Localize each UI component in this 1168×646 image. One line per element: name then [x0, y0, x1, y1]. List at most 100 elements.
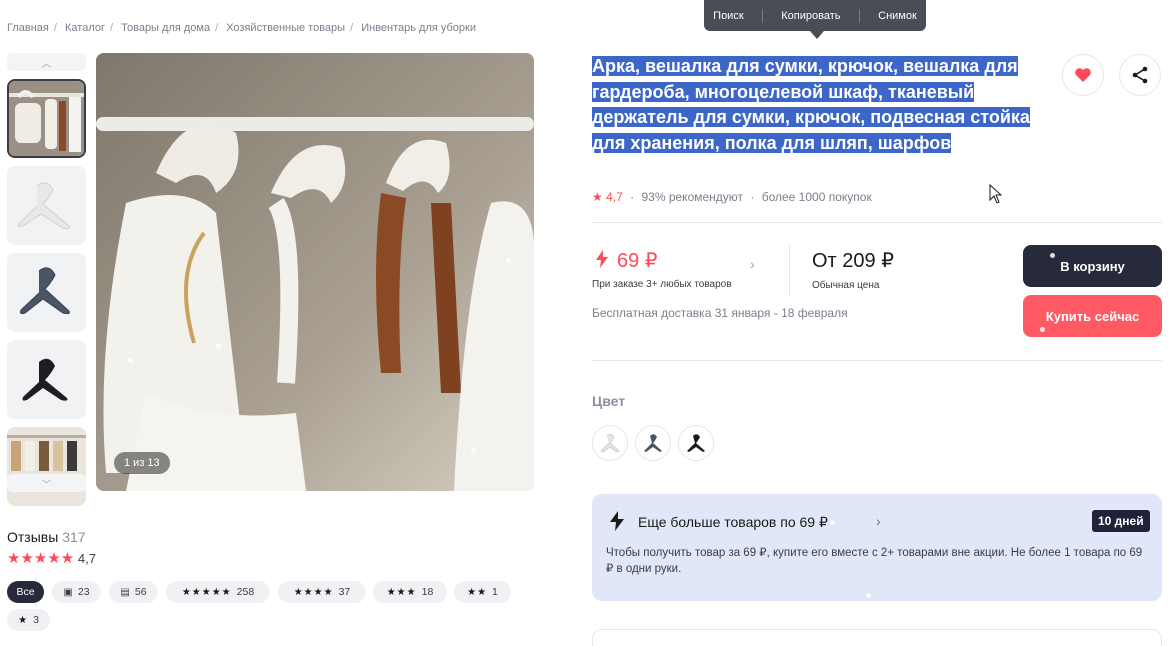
- thumbnail-3[interactable]: [7, 253, 86, 332]
- white-hanger-thumbnail-icon: [18, 182, 70, 230]
- thumbnail-down-button[interactable]: ﹀: [7, 474, 86, 492]
- breadcrumb: Главная / Каталог / Товары для дома / Хозяй…: [7, 22, 476, 34]
- divider: [592, 222, 1162, 223]
- bolt-icon: [596, 250, 608, 268]
- promo-price: 69 ₽: [617, 250, 658, 272]
- rating-value[interactable]: 4,7: [606, 190, 623, 204]
- regular-note: Обычная цена: [812, 280, 880, 291]
- filter-3-stars[interactable]: ★★★ 18: [373, 581, 447, 603]
- star-icon: ★: [18, 614, 29, 626]
- selected-title-text[interactable]: Арка, вешалка для сумки, крючок, вешалка…: [592, 56, 1030, 153]
- thumbnail-1[interactable]: [7, 79, 86, 158]
- chevron-down-icon: ﹀: [41, 479, 52, 491]
- filter-2-stars-count: 1: [492, 586, 498, 598]
- product-main-image[interactable]: [96, 53, 534, 491]
- color-label: Цвет: [592, 393, 626, 409]
- favorite-button[interactable]: [1062, 54, 1104, 96]
- filter-all-label: Все: [16, 586, 35, 598]
- sparkle: [1040, 327, 1045, 332]
- days-badge: 10 дней: [1092, 510, 1150, 532]
- chevron-right-icon[interactable]: ›: [750, 256, 755, 272]
- filter-1-star[interactable]: ★ 3: [7, 609, 50, 631]
- white-hanger-icon: [600, 433, 620, 453]
- price-divider: [789, 245, 790, 297]
- filter-5-stars-count: 258: [236, 586, 255, 598]
- stars-icon: ★★★★: [293, 586, 334, 598]
- sparkle: [216, 343, 221, 348]
- breadcrumb-cleaning[interactable]: Инвентарь для уборки: [361, 22, 476, 34]
- mouse-cursor-icon: [989, 184, 1003, 204]
- filter-2-stars[interactable]: ★★ 1: [454, 581, 511, 603]
- sparkle: [1050, 253, 1055, 258]
- reviews-rating: ★★★★★ 4,7: [7, 549, 96, 567]
- stars-icon: ★★: [467, 586, 488, 598]
- filter-photos-label: 23: [77, 586, 90, 598]
- black-hanger-thumbnail-icon: [22, 358, 68, 401]
- breadcrumb-catalog[interactable]: Каталог: [65, 22, 105, 34]
- sparkle: [830, 520, 835, 525]
- regular-price: От 209 ₽: [812, 250, 894, 272]
- closet-thumbnail-icon: [7, 427, 86, 506]
- dark-blue-hanger-thumbnail-icon: [20, 267, 70, 315]
- thumbnail-4[interactable]: [7, 340, 86, 419]
- star-icon: ★: [592, 190, 603, 204]
- black-hanger-icon: [687, 434, 705, 452]
- color-swatch-black[interactable]: [678, 425, 714, 461]
- filter-all[interactable]: Все: [7, 581, 44, 603]
- breadcrumb-household[interactable]: Хозяйственные товары: [226, 22, 345, 34]
- stars-icon: ★★★★★: [7, 550, 75, 567]
- chevron-right-icon: ›: [876, 513, 881, 529]
- heart-icon: [1075, 68, 1091, 82]
- sparkle: [128, 358, 133, 363]
- bag-hanger-thumbnail-icon: [9, 81, 84, 156]
- breadcrumb-home[interactable]: Главная: [7, 22, 49, 34]
- promo-banner[interactable]: Еще больше товаров по 69 ₽ › 10 дней Что…: [592, 494, 1162, 601]
- filter-comments-label: 56: [134, 586, 147, 598]
- filter-4-stars-count: 37: [338, 586, 351, 598]
- add-to-cart-button[interactable]: В корзину: [1023, 245, 1162, 287]
- context-divider: [858, 8, 860, 23]
- thumbnail-2[interactable]: [7, 166, 86, 245]
- context-snapshot-button[interactable]: Снимок: [878, 10, 917, 22]
- sparkle: [471, 448, 476, 453]
- next-card: [592, 629, 1162, 646]
- filter-4-stars[interactable]: ★★★★ 37: [278, 581, 366, 603]
- filter-3-stars-count: 18: [421, 586, 434, 598]
- filter-5-stars[interactable]: ★★★★★ 258: [166, 581, 270, 603]
- color-swatch-blue[interactable]: [635, 425, 671, 461]
- filter-comments[interactable]: ▤ 56: [109, 581, 158, 603]
- reviews-title: Отзывы: [7, 529, 59, 545]
- thumbnail-up-button[interactable]: ︿: [7, 53, 86, 71]
- stars-icon: ★★★★★: [181, 586, 232, 598]
- reviews-heading: Отзывы 317: [7, 529, 86, 545]
- breadcrumb-home-goods[interactable]: Товары для дома: [121, 22, 210, 34]
- delivery-info: Бесплатная доставка 31 января - 18 февра…: [592, 306, 848, 320]
- thumbnail-strip: ︿ ﹀: [7, 53, 86, 506]
- reviews-rating-value: 4,7: [77, 551, 96, 566]
- image-icon: ▣: [63, 586, 73, 598]
- share-icon: [1132, 66, 1148, 84]
- sparkle: [506, 258, 511, 263]
- thumbnail-5[interactable]: [7, 427, 86, 506]
- reviews-count: 317: [62, 529, 86, 545]
- promo-note: При заказе 3+ любых товаров: [592, 279, 732, 290]
- filter-1-star-count: 3: [33, 614, 39, 626]
- bolt-icon: [610, 511, 624, 531]
- share-button[interactable]: [1119, 54, 1161, 96]
- context-copy-button[interactable]: Копировать: [781, 10, 840, 22]
- comment-icon: ▤: [120, 586, 130, 598]
- dark-blue-hanger-icon: [644, 434, 662, 452]
- stars-icon: ★★★: [386, 586, 417, 598]
- divider: [592, 360, 1162, 361]
- image-counter: 1 из 13: [114, 452, 170, 474]
- promo-banner-title: Еще больше товаров по 69 ₽: [638, 514, 828, 530]
- filter-photos[interactable]: ▣ 23: [52, 581, 101, 603]
- purchases-text: более 1000 покупок: [761, 190, 872, 204]
- context-divider: [761, 8, 763, 23]
- rating-summary: ★ 4,7 · 93% рекомендуют · более 1000 пок…: [592, 190, 872, 204]
- promo-banner-description: Чтобы получить товар за 69 ₽, купите его…: [606, 547, 1143, 575]
- color-swatch-white[interactable]: [592, 425, 628, 461]
- selection-context-menu: Поиск Копировать Снимок: [704, 0, 926, 31]
- product-title: Арка, вешалка для сумки, крючок, вешалка…: [592, 54, 1047, 156]
- context-search-button[interactable]: Поиск: [713, 10, 743, 22]
